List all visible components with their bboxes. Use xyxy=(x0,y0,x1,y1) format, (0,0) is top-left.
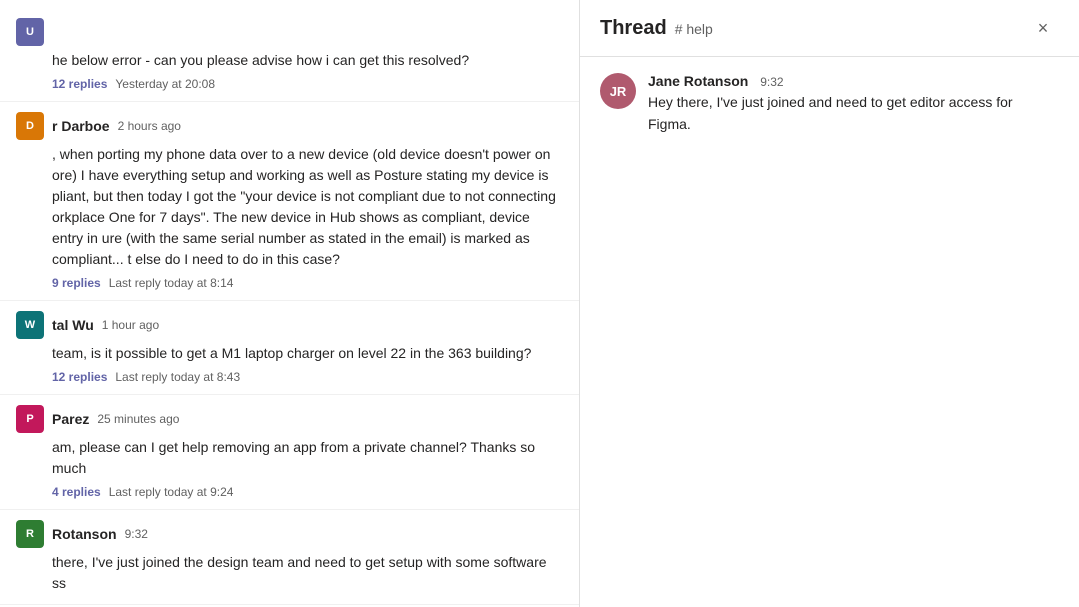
timestamp: 9:32 xyxy=(125,527,148,541)
replies-link[interactable]: 12 replies xyxy=(52,370,107,384)
replies-row: 12 replies Last reply today at 8:43 xyxy=(52,370,563,384)
author-name: Parez xyxy=(52,411,89,427)
message-item: U he below error - can you please advise… xyxy=(0,8,579,102)
thread-content: Jane Rotanson 9:32 Hey there, I've just … xyxy=(648,73,1059,136)
author-name: Rotanson xyxy=(52,526,117,542)
thread-body: JR Jane Rotanson 9:32 Hey there, I've ju… xyxy=(580,57,1079,607)
avatar: W xyxy=(16,311,44,339)
last-reply-time: Yesterday at 20:08 xyxy=(115,77,215,91)
replies-link[interactable]: 9 replies xyxy=(52,276,101,290)
avatar: D xyxy=(16,112,44,140)
avatar: U xyxy=(16,18,44,46)
left-panel: U he below error - can you please advise… xyxy=(0,0,580,607)
avatar: R xyxy=(16,520,44,548)
message-header: R Rotanson 9:32 xyxy=(16,520,563,548)
thread-avatar: JR xyxy=(600,73,636,109)
message-body: , when porting my phone data over to a n… xyxy=(52,144,563,270)
message-body: am, please can I get help removing an ap… xyxy=(52,437,563,479)
thread-text: Hey there, I've just joined and need to … xyxy=(648,91,1059,136)
message-header: D r Darboe 2 hours ago xyxy=(16,112,563,140)
timestamp: 1 hour ago xyxy=(102,318,159,332)
thread-header: Thread # help × xyxy=(580,0,1079,57)
message-header: U xyxy=(16,18,563,46)
thread-title-area: Thread # help xyxy=(600,17,713,40)
message-body: he below error - can you please advise h… xyxy=(52,50,563,71)
replies-row: 9 replies Last reply today at 8:14 xyxy=(52,276,563,290)
message-item: W tal Wu 1 hour ago team, is it possible… xyxy=(0,301,579,395)
thread-message: JR Jane Rotanson 9:32 Hey there, I've ju… xyxy=(600,73,1059,136)
author-name: tal Wu xyxy=(52,317,94,333)
replies-link[interactable]: 12 replies xyxy=(52,77,107,91)
avatar: P xyxy=(16,405,44,433)
message-header: W tal Wu 1 hour ago xyxy=(16,311,563,339)
last-reply-time: Last reply today at 8:43 xyxy=(115,370,240,384)
thread-message-meta: Jane Rotanson 9:32 xyxy=(648,73,1059,89)
thread-avatar-initials: JR xyxy=(610,84,627,99)
replies-link[interactable]: 4 replies xyxy=(52,485,101,499)
timestamp: 2 hours ago xyxy=(118,119,181,133)
message-item: R Rotanson 9:32 there, I've just joined … xyxy=(0,510,579,605)
author-name: r Darboe xyxy=(52,118,110,134)
thread-panel: Thread # help × JR Jane Rotanson 9:32 He… xyxy=(580,0,1079,607)
message-body: there, I've just joined the design team … xyxy=(52,552,563,594)
thread-time: 9:32 xyxy=(760,75,783,89)
last-reply-time: Last reply today at 8:14 xyxy=(109,276,234,290)
close-button[interactable]: × xyxy=(1027,12,1059,44)
timestamp: 25 minutes ago xyxy=(97,412,179,426)
message-item: D r Darboe 2 hours ago , when porting my… xyxy=(0,102,579,301)
replies-row: 12 replies Yesterday at 20:08 xyxy=(52,77,563,91)
message-body: team, is it possible to get a M1 laptop … xyxy=(52,343,563,364)
message-item: P Parez 25 minutes ago am, please can I … xyxy=(0,395,579,510)
thread-author: Jane Rotanson xyxy=(648,73,748,89)
thread-channel: # help xyxy=(675,21,713,37)
replies-row: 4 replies Last reply today at 9:24 xyxy=(52,485,563,499)
message-header: P Parez 25 minutes ago xyxy=(16,405,563,433)
last-reply-time: Last reply today at 9:24 xyxy=(109,485,234,499)
thread-title: Thread xyxy=(600,17,667,40)
